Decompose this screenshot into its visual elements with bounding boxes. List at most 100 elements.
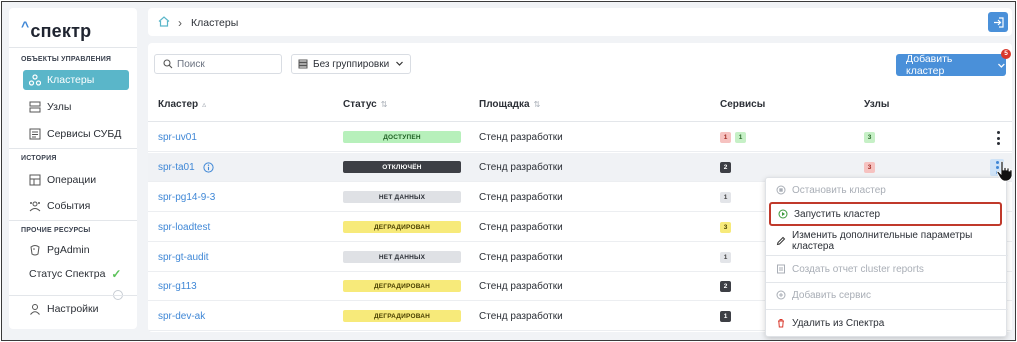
menu-item-label: Создать отчет cluster reports (792, 263, 924, 275)
site-cell: Стенд разработки (479, 310, 563, 322)
nodes-cell: 3 (864, 123, 879, 151)
status-badge: ОТКЛЮЧЁН (343, 161, 461, 173)
status-badge: ДЕГРАДИРОВАН (343, 221, 461, 233)
user-icon (29, 303, 41, 315)
sidebar-item-clusters[interactable]: Кластеры (23, 70, 129, 90)
trash-icon (776, 318, 786, 328)
app-window: ^спектр ОБЪЕКТЫ УПРАВЛЕНИЯ Кластеры Узлы… (1, 1, 1016, 341)
services-cell: 1 (720, 302, 735, 330)
hand-cursor-icon (996, 160, 1013, 182)
column-header-nodes: Узлы (864, 99, 889, 110)
search-box[interactable] (154, 54, 282, 74)
cluster-name-link[interactable]: spr-pg14-9-3 (158, 183, 215, 211)
row-menu-button[interactable] (993, 131, 1003, 145)
sidebar-section-title: ИСТОРИЯ (21, 155, 57, 162)
logout-button[interactable] (988, 12, 1008, 32)
menu-item-add-service[interactable]: Добавить сервис (766, 283, 1008, 307)
info-icon[interactable] (203, 161, 214, 173)
column-header-label: Кластер (158, 99, 199, 110)
table-row[interactable]: spr-uv01 ДОСТУПЕН Стенд разработки 1 1 3 (148, 123, 1012, 152)
header-divider (148, 121, 1012, 122)
cluster-context-menu: Остановить кластер Запустить кластер Изм… (765, 177, 1008, 337)
logout-icon (993, 16, 1004, 28)
cluster-icon (29, 74, 41, 86)
services-ok-badge: 1 (735, 131, 746, 143)
menu-divider (766, 255, 1008, 256)
grouping-select[interactable]: Без группировки (291, 54, 411, 74)
menu-item-delete[interactable]: Удалить из Спектра (766, 311, 1008, 335)
sidebar-item-label: Узлы (47, 101, 72, 113)
menu-item-create-report[interactable]: Создать отчет cluster reports (766, 257, 1008, 281)
status-badge: НЕТ ДАННЫХ (343, 251, 461, 263)
sidebar-divider (9, 47, 137, 48)
grouping-value: Без группировки (313, 58, 390, 70)
menu-item-stop-cluster[interactable]: Остановить кластер (766, 178, 1008, 202)
site-cell: Стенд разработки (479, 221, 563, 233)
services-cell: 2 (720, 153, 735, 181)
column-header-cluster[interactable]: Кластер ▵ (158, 99, 206, 110)
sidebar-item-label: PgAdmin (47, 244, 90, 256)
sidebar-item-label: Кластеры (47, 74, 95, 86)
status-badge: ДЕГРАДИРОВАН (343, 310, 461, 322)
notification-badge: 5 (1001, 49, 1011, 59)
column-header-status[interactable]: Статус ⇅ (343, 99, 387, 110)
chevron-down-icon (396, 61, 403, 66)
sidebar-item-label: Статус Спектра (29, 268, 106, 280)
services-unknown-badge: 1 (720, 191, 731, 203)
cluster-name-link[interactable]: spr-gt-audit (158, 243, 209, 271)
menu-item-edit-params[interactable]: Изменить дополнительные параметры класте… (766, 229, 1008, 253)
status-badge: ДЕГРАДИРОВАН (343, 280, 461, 292)
stop-icon (776, 185, 786, 195)
services-unknown-badge: 1 (720, 251, 731, 263)
services-error-badge: 1 (720, 131, 731, 143)
app-logo[interactable]: ^спектр (21, 18, 91, 42)
check-icon: ✓ (111, 267, 122, 281)
site-cell: Стенд разработки (479, 131, 563, 143)
sidebar-item-operations[interactable]: Операции (23, 170, 129, 190)
services-cell: 2 (720, 272, 735, 300)
sidebar-item-spectr-status[interactable]: Статус Спектра ✓ (23, 264, 129, 284)
services-stopped-badge: 2 (720, 280, 731, 292)
status-badge: ДОСТУПЕН (343, 131, 461, 143)
menu-item-label: Добавить сервис (792, 289, 871, 301)
breadcrumb: › Кластеры (158, 16, 238, 30)
column-header-label: Площадка (479, 99, 530, 110)
pencil-icon (776, 236, 786, 246)
breadcrumb-current: Кластеры (191, 17, 239, 29)
add-cluster-label: Добавить кластер (906, 53, 953, 77)
breadcrumb-separator-icon: › (178, 16, 182, 30)
add-cluster-button[interactable]: Добавить кластер (896, 53, 1006, 77)
site-cell: Стенд разработки (479, 161, 563, 173)
search-input[interactable] (177, 58, 273, 70)
pgadmin-icon (29, 244, 41, 256)
cluster-name: spr-ta01 (158, 161, 195, 173)
home-icon[interactable] (158, 16, 170, 30)
column-header-label: Узлы (864, 99, 890, 110)
sidebar-item-events[interactable]: События (23, 196, 129, 216)
sidebar-section-title: ПРОЧИЕ РЕСУРСЫ (21, 227, 91, 234)
sidebar-item-settings[interactable]: Настройки (23, 299, 129, 319)
cluster-name-link[interactable]: spr-loadtest (158, 213, 210, 241)
cluster-name-link[interactable]: spr-g113 (158, 272, 197, 300)
nodes-ok-badge: 3 (864, 131, 875, 143)
column-header-services: Сервисы (720, 99, 765, 110)
services-cell: 3 (720, 213, 735, 241)
sidebar-item-label: Настройки (47, 303, 99, 315)
operations-icon (29, 174, 41, 186)
column-header-site[interactable]: Площадка ⇅ (479, 99, 540, 110)
sidebar-divider (9, 295, 137, 296)
site-cell: Стенд разработки (479, 191, 563, 203)
services-degraded-badge: 3 (720, 221, 731, 233)
menu-item-start-cluster[interactable]: Запустить кластер (769, 202, 1002, 226)
site-cell: Стенд разработки (479, 251, 563, 263)
sidebar-item-nodes[interactable]: Узлы (23, 97, 129, 117)
sidebar-section-title: ОБЪЕКТЫ УПРАВЛЕНИЯ (21, 56, 112, 63)
sidebar-item-pgadmin[interactable]: PgAdmin (23, 240, 129, 260)
sidebar-item-db-services[interactable]: Сервисы СУБД (23, 124, 129, 144)
cluster-name-link[interactable]: spr-dev-ak (158, 302, 205, 330)
cluster-name-link[interactable]: spr-ta01 (158, 153, 214, 181)
sort-icon: ⇅ (533, 100, 541, 109)
services-stopped-badge: 1 (720, 310, 731, 322)
cluster-name-link[interactable]: spr-uv01 (158, 123, 197, 151)
database-icon (29, 128, 41, 140)
